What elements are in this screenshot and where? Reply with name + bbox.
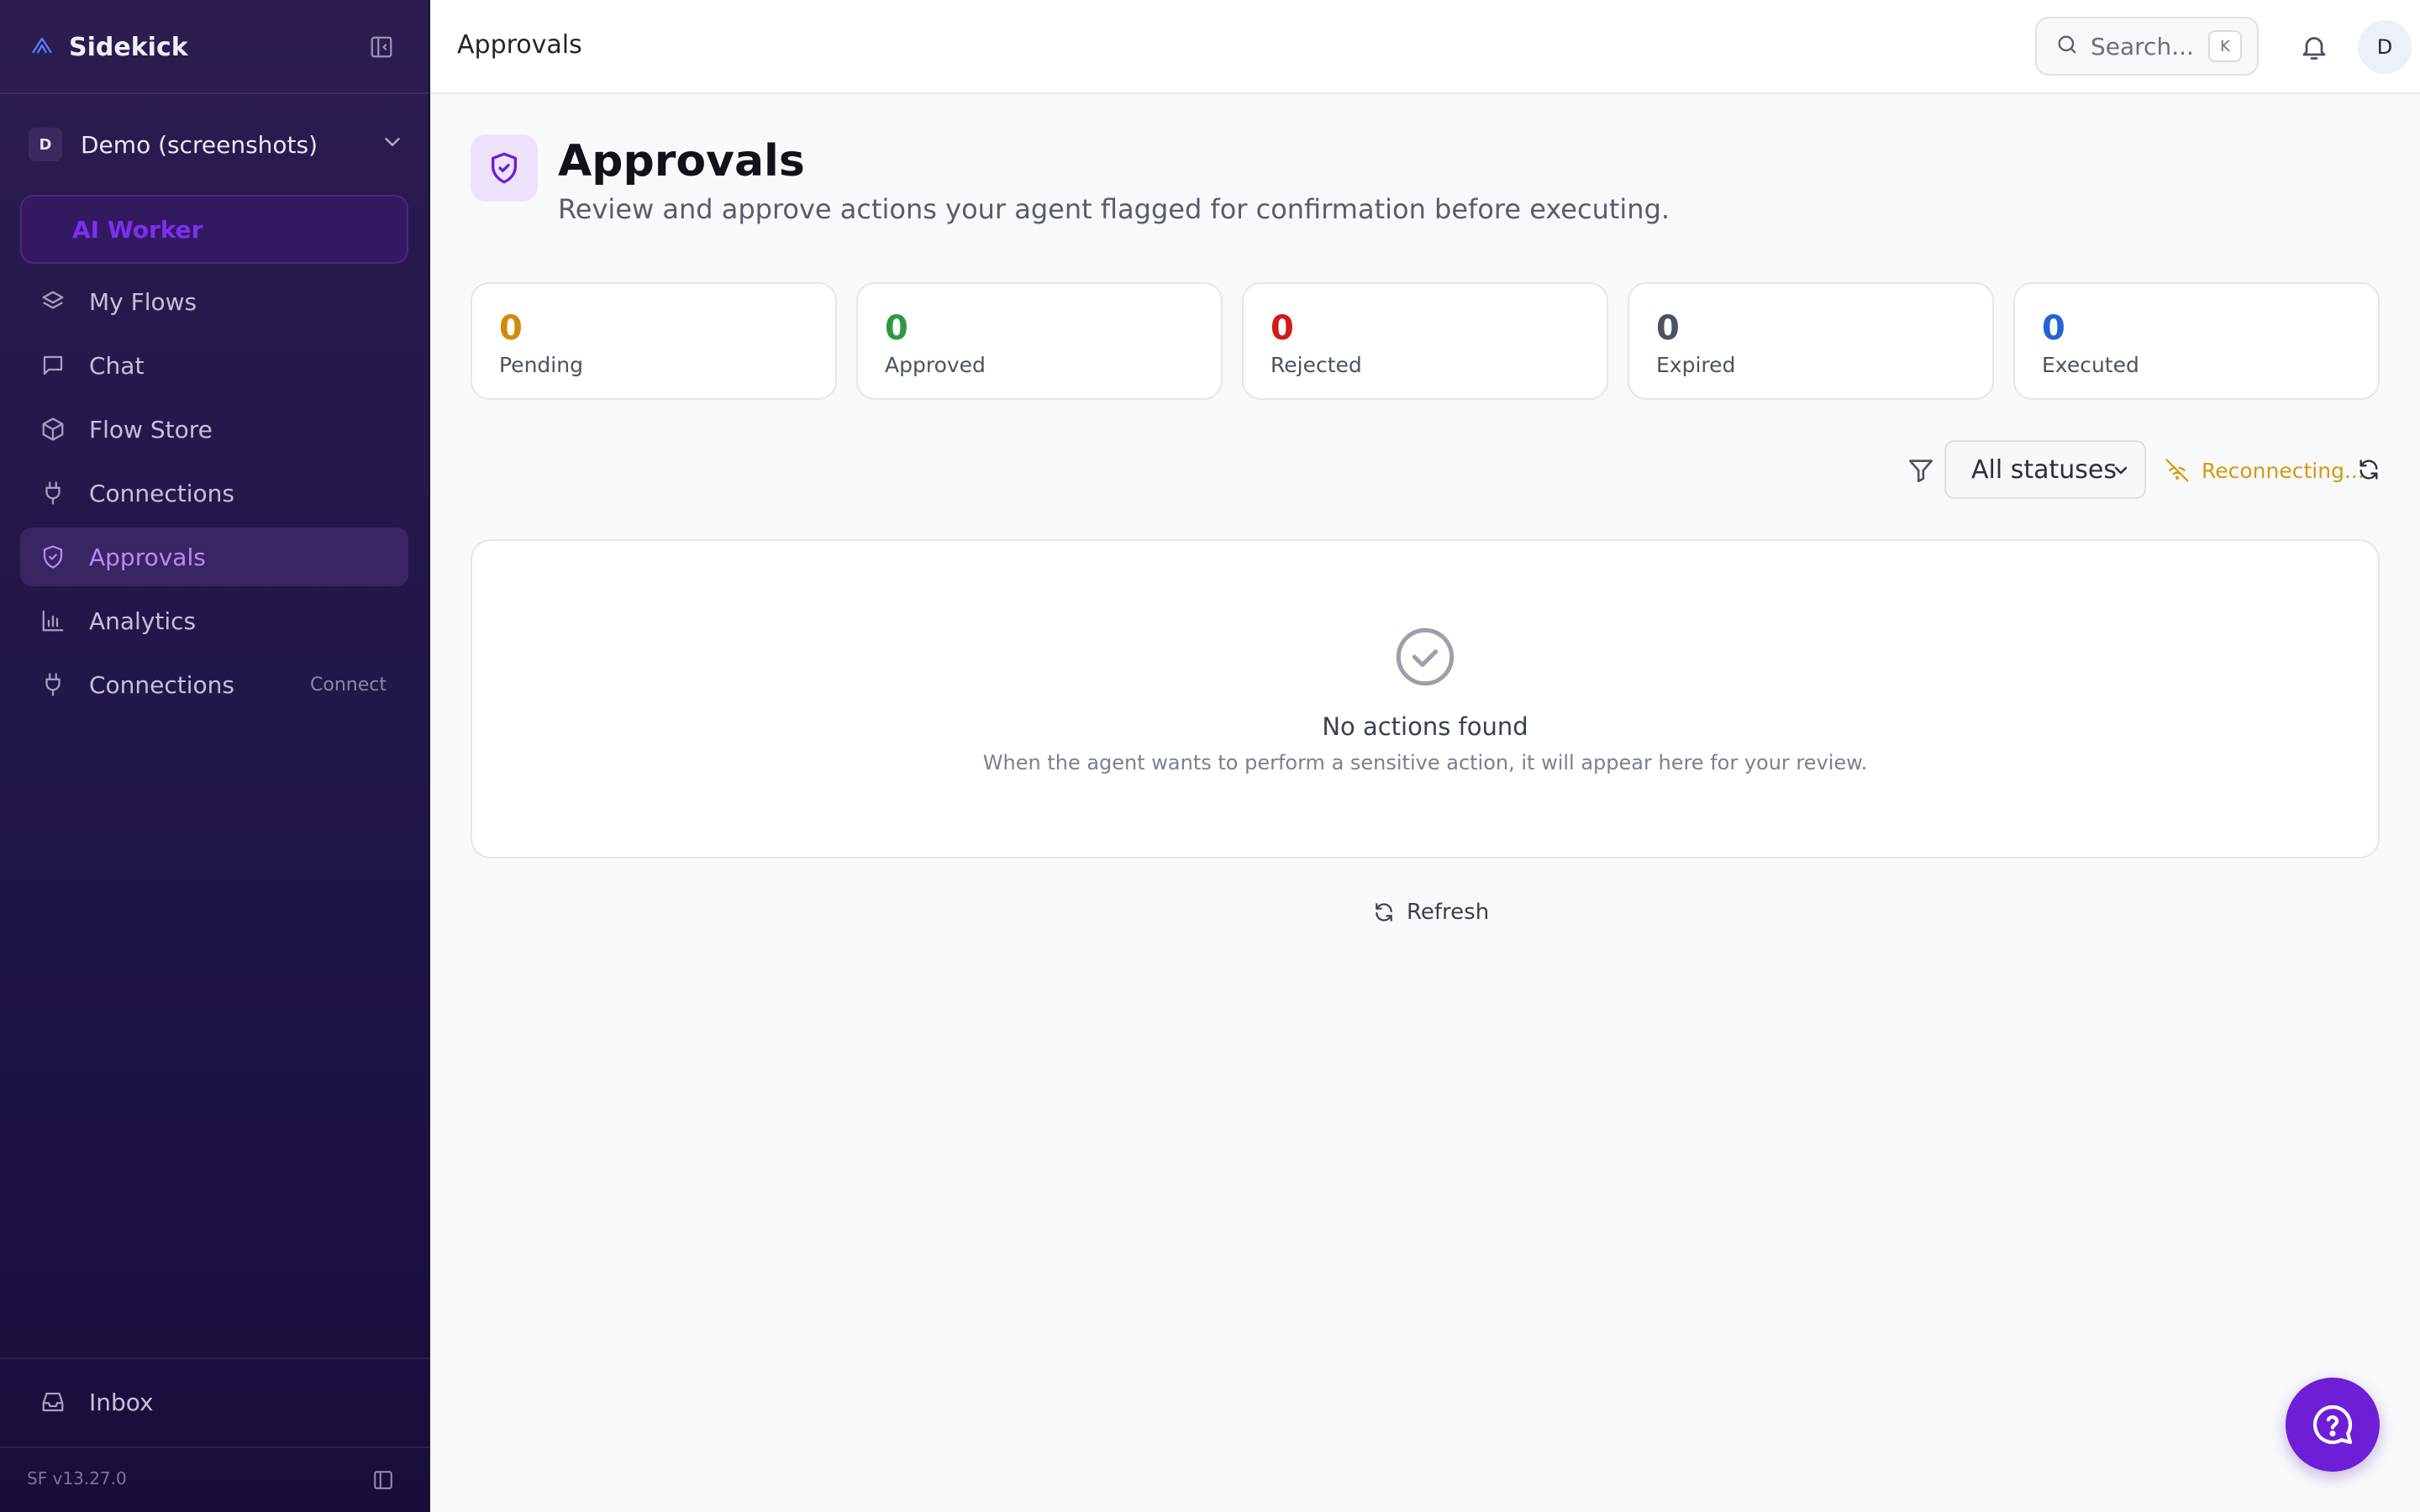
collapse-sidebar-button[interactable] <box>366 32 397 62</box>
sidebar-item-approvals[interactable]: Approvals <box>20 528 408 586</box>
search-placeholder: Search... <box>2091 32 2194 60</box>
shield-check-icon <box>39 543 67 571</box>
sidekick-logo-icon <box>30 34 54 60</box>
sidebar-item-connections[interactable]: Connections <box>20 464 408 522</box>
help-chat-button[interactable] <box>2286 1378 2380 1472</box>
sidebar: Sidekick D Demo (screenshots) AI Worker … <box>0 0 430 1512</box>
stat-value: 0 <box>885 309 908 348</box>
stat-card-rejected[interactable]: 0 Rejected <box>1242 282 1608 400</box>
page-title: Approvals <box>558 136 805 186</box>
workspace-name: Demo (screenshots) <box>81 130 318 159</box>
plug-icon <box>39 479 67 507</box>
chevron-down-icon <box>2111 460 2131 484</box>
stat-value: 0 <box>1656 309 1680 348</box>
status-filter-select[interactable]: All statuses <box>1944 440 2146 499</box>
panel-left-icon <box>374 1471 392 1489</box>
connection-status-text: Reconnecting... <box>2202 458 2365 483</box>
stat-value: 0 <box>2042 309 2065 348</box>
sidebar-item-label: Analytics <box>89 606 197 635</box>
header-title: Approvals <box>457 30 582 60</box>
toggle-panel-button[interactable] <box>368 1465 398 1495</box>
sidebar-item-label: Flow Store <box>89 415 213 444</box>
empty-state: No actions found When the agent wants to… <box>471 539 2380 858</box>
sidebar-item-label: My Flows <box>89 287 197 316</box>
sidebar-item-chat[interactable]: Chat <box>20 336 408 395</box>
sidebar-item-label: Connections <box>89 479 235 507</box>
connection-status: Reconnecting... <box>2165 454 2365 487</box>
layers-icon <box>39 287 67 316</box>
wifi-off-icon <box>2165 459 2189 482</box>
sidebar-item-label: Approvals <box>89 543 206 571</box>
stat-label: Rejected <box>1270 353 1362 377</box>
search-shortcut-key: K <box>2208 30 2242 62</box>
stat-card-pending[interactable]: 0 Pending <box>471 282 837 400</box>
empty-title: No actions found <box>1322 712 1528 741</box>
connect-hint[interactable]: Connect <box>310 675 387 696</box>
sidebar-item-analytics[interactable]: Analytics <box>20 591 408 650</box>
sidebar-item-flow-store[interactable]: Flow Store <box>20 400 408 459</box>
sidebar-item-label: Chat <box>89 351 145 380</box>
reload-button[interactable] <box>2354 455 2383 484</box>
version-label: SF v13.27.0 <box>27 1468 127 1488</box>
bar-chart-icon <box>39 606 67 635</box>
bell-icon <box>2302 37 2326 60</box>
workspace-badge: D <box>29 128 62 161</box>
sidebar-item-label: Inbox <box>89 1388 154 1416</box>
search-icon <box>2055 33 2079 60</box>
sidebar-item-inbox[interactable]: Inbox <box>20 1373 408 1431</box>
sidebar-item-my-flows[interactable]: My Flows <box>20 272 408 331</box>
brand[interactable]: Sidekick <box>30 30 188 64</box>
shield-check-icon <box>492 152 517 184</box>
inbox-icon <box>39 1388 67 1416</box>
empty-description: When the agent wants to perform a sensit… <box>982 751 1868 774</box>
filter-icon <box>1904 454 1938 487</box>
top-header: Approvals Search... K D <box>430 0 2420 94</box>
notifications-button[interactable] <box>2296 29 2333 66</box>
refresh-label: Refresh <box>1407 900 1490 925</box>
panel-left-close-icon <box>371 36 392 58</box>
package-icon <box>39 415 67 444</box>
stat-label: Executed <box>2042 353 2139 377</box>
refresh-icon <box>2360 459 2378 480</box>
divider <box>0 92 430 94</box>
message-square-icon <box>39 351 67 380</box>
plug-icon <box>39 670 67 699</box>
divider <box>0 1357 430 1359</box>
refresh-button[interactable]: Refresh <box>1373 895 1489 929</box>
stat-label: Expired <box>1656 353 1736 377</box>
status-filter-value: All statuses <box>1971 454 2117 485</box>
stat-value: 0 <box>1270 309 1294 348</box>
stat-label: Pending <box>499 353 583 377</box>
check-circle-icon <box>1396 627 1455 686</box>
chevron-down-icon <box>380 129 405 158</box>
page-subtitle: Review and approve actions your agent fl… <box>558 193 1670 225</box>
stat-card-executed[interactable]: 0 Executed <box>2013 282 2380 400</box>
brand-name: Sidekick <box>69 32 188 62</box>
user-avatar[interactable]: D <box>2358 20 2412 74</box>
sidebar-item-label: Connections <box>89 670 235 699</box>
stat-card-expired[interactable]: 0 Expired <box>1628 282 1994 400</box>
stat-value: 0 <box>499 309 523 348</box>
divider <box>0 1446 430 1448</box>
page-icon <box>471 134 538 202</box>
stat-card-approved[interactable]: 0 Approved <box>856 282 1223 400</box>
workspace-switcher[interactable]: D Demo (screenshots) <box>29 121 405 168</box>
ai-worker-label: AI Worker <box>72 215 203 244</box>
ai-worker-button[interactable]: AI Worker <box>20 195 408 264</box>
help-chat-icon <box>2312 1404 2353 1445</box>
sidebar-item-connections-connect[interactable]: Connections Connect <box>20 655 408 714</box>
search-input[interactable]: Search... K <box>2035 17 2259 76</box>
refresh-icon <box>1376 903 1392 921</box>
stat-label: Approved <box>885 353 986 377</box>
